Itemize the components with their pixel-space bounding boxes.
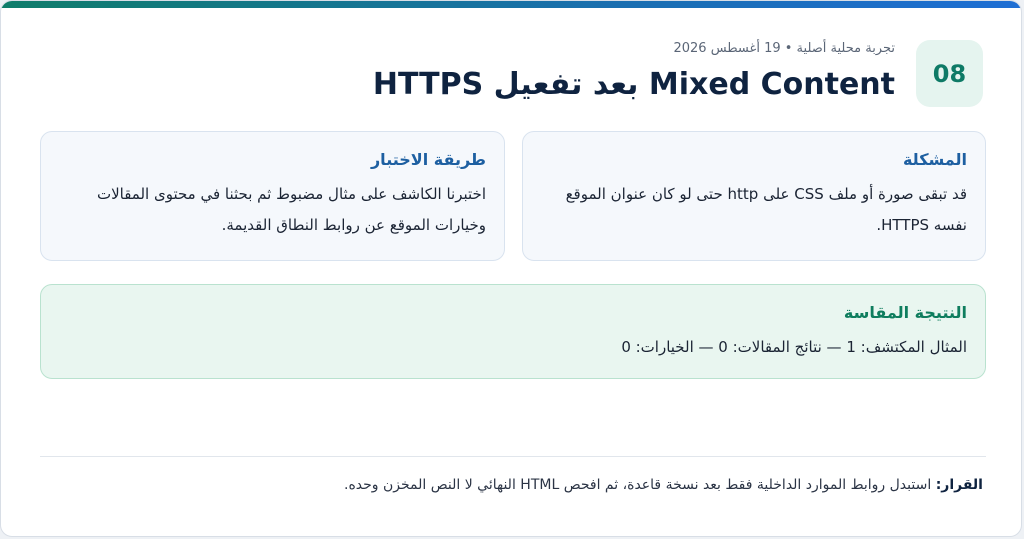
meta-subtitle: تجربة محلية أصلية • 19 أغسطس 2026 — [673, 41, 895, 56]
decision-text: استبدل روابط الموارد الداخلية فقط بعد نس… — [344, 477, 932, 493]
problem-panel: المشكلة قد تبقى صورة أو ملف CSS على http… — [522, 131, 986, 261]
result-panel: النتيجة المقاسة المثال المكتشف: 1 — نتائ… — [40, 284, 986, 379]
method-text: اختبرنا الكاشف على مثال مضبوط ثم بحثنا ف… — [96, 185, 486, 234]
page-title: Mixed Content بعد تفعيل HTTPS — [372, 67, 895, 102]
method-heading: طريقة الاختبار — [370, 150, 486, 169]
result-heading: النتيجة المقاسة — [843, 303, 967, 322]
problem-heading: المشكلة — [902, 150, 967, 169]
method-panel: طريقة الاختبار اختبرنا الكاشف على مثال م… — [40, 131, 505, 261]
decision-line: القرار: استبدل روابط الموارد الداخلية فق… — [344, 477, 983, 493]
section-number: 08 — [932, 59, 967, 88]
section-number-badge: 08 — [916, 40, 983, 107]
decision-label: القرار: — [935, 477, 983, 493]
gradient-top-bar — [1, 1, 1021, 8]
article-card: 08 تجربة محلية أصلية • 19 أغسطس 2026 Mix… — [0, 0, 1022, 537]
problem-text: قد تبقى صورة أو ملف CSS على http حتى لو … — [565, 185, 967, 234]
result-text: المثال المكتشف: 1 — نتائج المقالات: 0 — … — [621, 338, 967, 356]
divider — [40, 456, 986, 457]
